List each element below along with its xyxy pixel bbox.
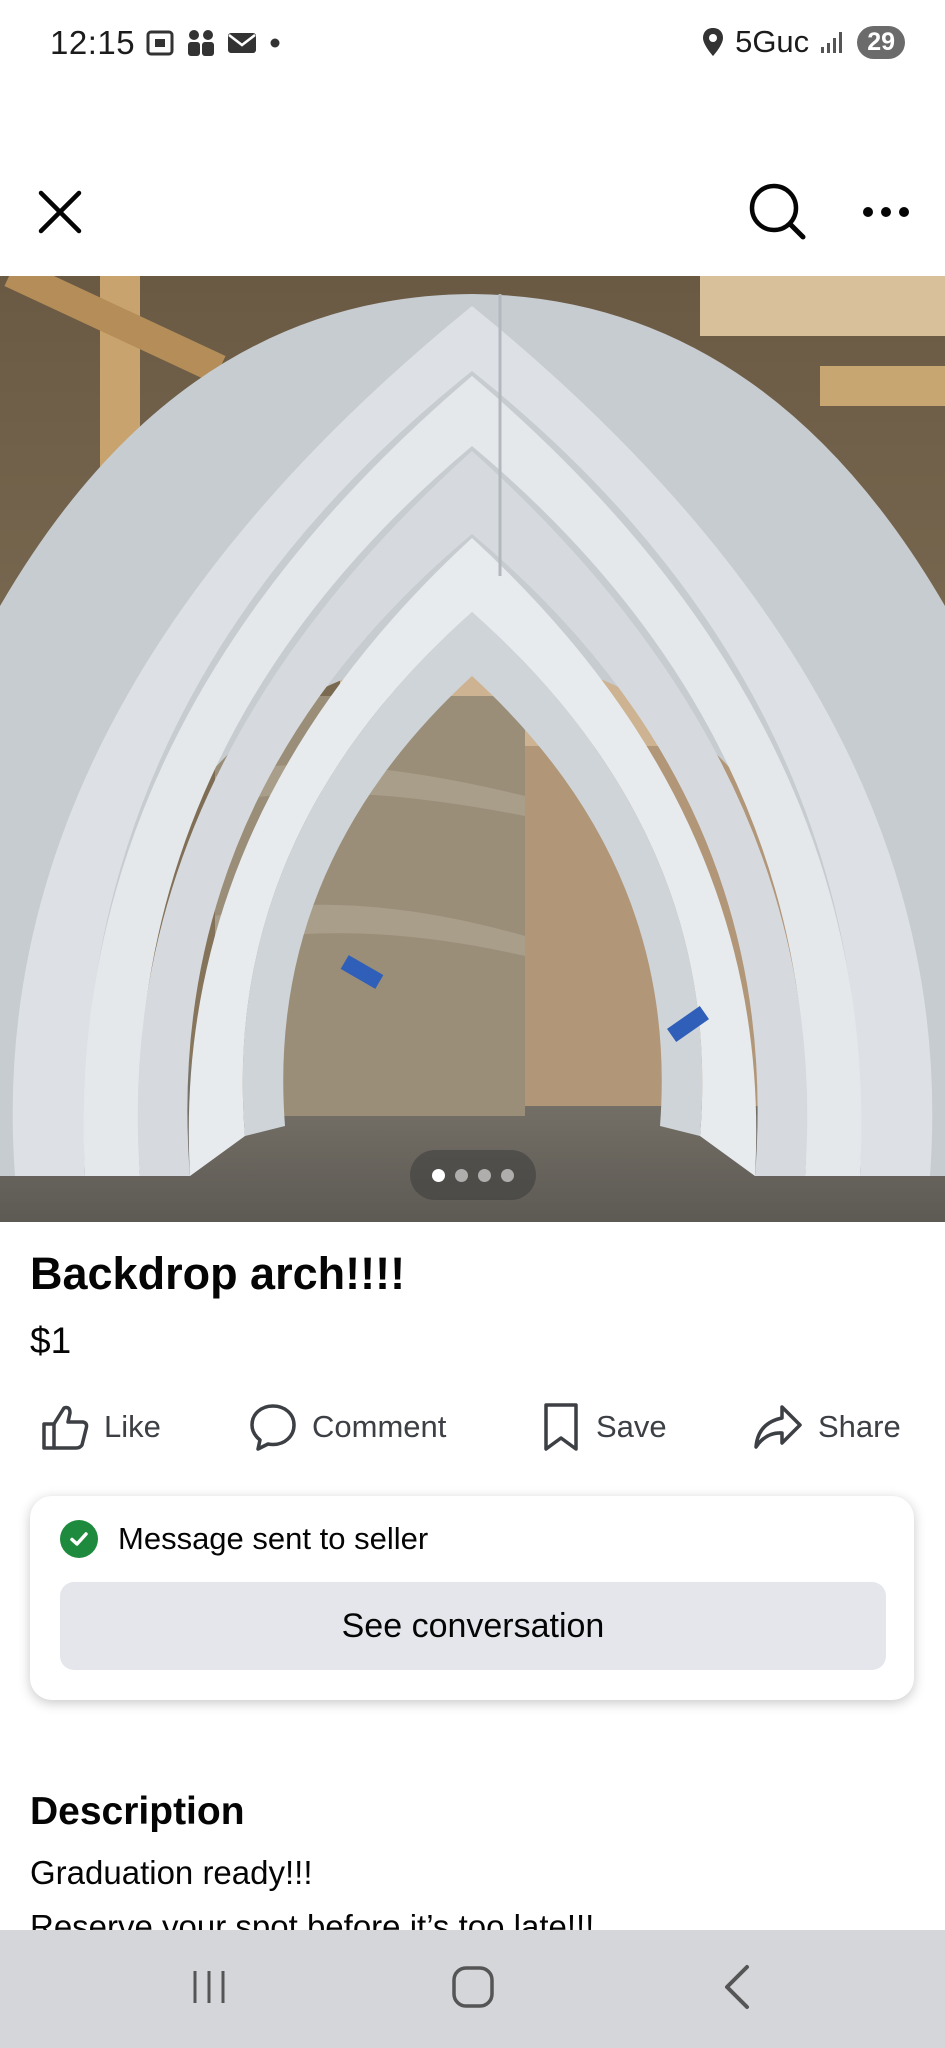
arch-photo-illustration (0, 276, 945, 1222)
home-icon (452, 1966, 494, 2008)
status-bar: 12:15 5Guc 29 (0, 0, 945, 92)
people-icon (188, 30, 214, 56)
like-label: Like (104, 1409, 161, 1444)
share-label: Share (818, 1409, 901, 1444)
share-button[interactable]: Share (752, 1392, 901, 1462)
see-conversation-button[interactable]: See conversation (60, 1582, 886, 1670)
pager-dot (432, 1168, 445, 1182)
recents-icon (193, 1971, 225, 2003)
pager-dot (478, 1168, 491, 1182)
recents-button[interactable] (164, 1952, 254, 2022)
pager-dot (501, 1168, 514, 1182)
pager-dot (455, 1168, 468, 1182)
description-heading: Description (30, 1790, 245, 1833)
check-circle-icon (60, 1520, 98, 1558)
close-icon (38, 190, 82, 234)
message-status-text: Message sent to seller (118, 1521, 429, 1556)
action-bar: Like Comment Save Share (0, 1392, 945, 1462)
status-right: 5Guc 29 (701, 24, 905, 60)
status-time: 12:15 (50, 24, 136, 61)
share-icon (754, 1405, 802, 1449)
close-button[interactable] (20, 172, 100, 252)
comment-label: Comment (312, 1409, 447, 1444)
save-button[interactable]: Save (540, 1392, 667, 1462)
comment-icon (250, 1404, 296, 1451)
message-sent-card: Message sent to seller See conversation (30, 1496, 914, 1700)
message-status-row: Message sent to seller (60, 1520, 428, 1558)
screenshot-icon (146, 30, 174, 56)
more-options-button[interactable] (846, 172, 926, 252)
comment-button[interactable]: Comment (248, 1392, 446, 1462)
photo-pager[interactable] (410, 1150, 536, 1200)
location-icon (703, 28, 724, 56)
like-button[interactable]: Like (40, 1392, 161, 1462)
thumbs-up-icon (42, 1405, 89, 1450)
description-line: Graduation ready!!! (30, 1854, 313, 1891)
mail-icon (228, 33, 256, 53)
back-icon (725, 1965, 749, 2009)
home-button[interactable] (428, 1952, 518, 2022)
listing-photo[interactable] (0, 276, 945, 1222)
battery-indicator: 29 (857, 25, 905, 59)
search-button[interactable] (738, 172, 818, 252)
back-button[interactable] (692, 1952, 782, 2022)
signal-icon (821, 32, 843, 53)
network-label: 5Guc (735, 24, 810, 59)
more-icon (863, 207, 909, 217)
listing-price: $1 (30, 1320, 72, 1361)
dot-icon (270, 38, 280, 48)
listing-title: Backdrop arch!!!! (30, 1248, 406, 1299)
top-bar (0, 160, 945, 270)
search-icon (749, 183, 806, 240)
notification-icons (145, 28, 283, 58)
save-label: Save (596, 1409, 667, 1444)
bookmark-icon (544, 1403, 578, 1451)
system-nav-bar (0, 1930, 945, 2048)
